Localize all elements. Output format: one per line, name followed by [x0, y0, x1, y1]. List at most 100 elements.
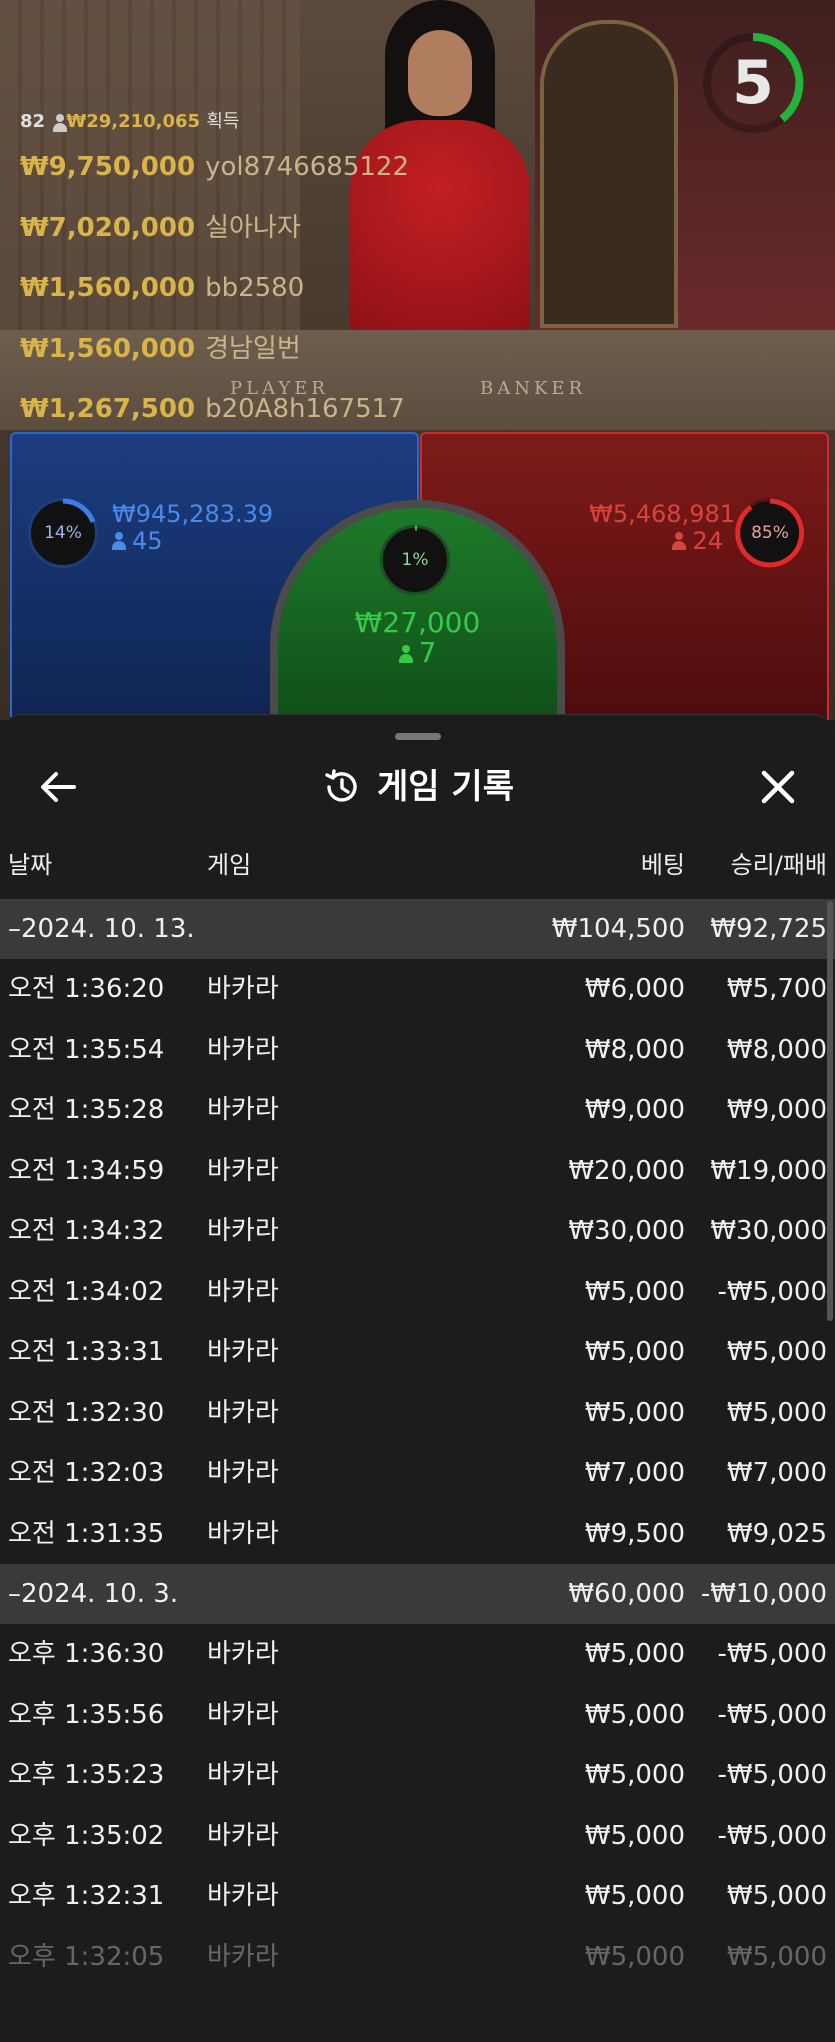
row-result: ₩9,025 [726, 1518, 827, 1549]
row-time: 오후 1:35:02 [8, 1820, 165, 1851]
row-bet: ₩5,000 [584, 1820, 685, 1851]
row-result: -₩5,000 [717, 1820, 827, 1851]
banker-percent-ring: 85% [735, 498, 805, 568]
row-result: ₩5,000 [726, 1397, 827, 1428]
date-group-row[interactable]: –2024. 10. 13. ₩104,500 ₩92,725 [0, 899, 835, 959]
tie-bettor-count: 7 [270, 636, 565, 669]
row-game: 바카라 [207, 1941, 279, 1972]
user-icon [398, 645, 413, 663]
group-result-total: ₩92,725 [710, 914, 827, 944]
history-row[interactable]: 오전 1:34:02 바카라 ₩5,000 -₩5,000 [0, 1262, 835, 1323]
player-percent: 14% [44, 523, 82, 543]
countdown-value: 5 [732, 48, 774, 118]
history-row[interactable]: 오전 1:34:59 바카라 ₩20,000 ₩19,000 [0, 1141, 835, 1202]
banker-bettor-count: 24 [672, 527, 723, 555]
row-game: 바카라 [207, 1397, 279, 1428]
row-bet: ₩5,000 [584, 1397, 685, 1428]
winner-name: 경남일번 [205, 333, 301, 364]
column-header-result: 승리/패배 [730, 851, 827, 879]
history-row[interactable]: 오전 1:33:31 바카라 ₩5,000 ₩5,000 [0, 1322, 835, 1383]
history-row[interactable]: 오후 1:36:30 바카라 ₩5,000 -₩5,000 [0, 1624, 835, 1685]
group-date: –2024. 10. 13. [8, 914, 195, 944]
winner-name: 실아나자 [205, 212, 301, 243]
row-time: 오전 1:32:30 [8, 1397, 165, 1428]
row-game: 바카라 [207, 1095, 279, 1125]
sheet-drag-handle[interactable] [395, 733, 441, 740]
row-result: ₩9,000 [726, 1095, 827, 1125]
player-bet-total: ₩945,283.39 [112, 500, 274, 528]
row-result: ₩5,000 [726, 1881, 827, 1911]
group-result-total: -₩10,000 [700, 1579, 827, 1609]
close-button[interactable] [750, 759, 806, 815]
history-row[interactable]: 오전 1:32:30 바카라 ₩5,000 ₩5,000 [0, 1383, 835, 1444]
row-result: -₩5,000 [717, 1276, 827, 1307]
history-row[interactable]: 오전 1:35:54 바카라 ₩8,000 ₩8,000 [0, 1020, 835, 1081]
history-row[interactable]: 오후 1:35:23 바카라 ₩5,000 -₩5,000 [0, 1745, 835, 1806]
row-game: 바카라 [207, 1881, 279, 1911]
row-bet: ₩5,000 [584, 1699, 685, 1730]
winner-row: ₩1,560,000 경남일번 [20, 319, 409, 380]
history-row[interactable]: 오후 1:35:02 바카라 ₩5,000 -₩5,000 [0, 1806, 835, 1867]
row-time: 오후 1:36:30 [8, 1639, 165, 1669]
row-game: 바카라 [207, 974, 279, 1004]
row-bet: ₩8,000 [584, 1034, 685, 1065]
history-list: –2024. 10. 13. ₩104,500 ₩92,725 오전 1:36:20 바… [0, 899, 835, 1987]
history-row[interactable]: 오후 1:32:31 바카라 ₩5,000 ₩5,000 [0, 1866, 835, 1927]
winner-count: 82 [20, 111, 46, 132]
winner-name: yol8746685122 [205, 152, 410, 182]
row-game: 바카라 [207, 1276, 279, 1307]
game-history-sheet: 게임 기록 날짜 게임 베팅 승리/패배 –2024. 10. 13. ₩104,… [0, 714, 835, 2042]
row-time: 오전 1:35:28 [8, 1095, 165, 1125]
group-bet-total: ₩104,500 [551, 914, 685, 944]
row-bet: ₩5,000 [584, 1941, 685, 1972]
history-row[interactable]: 오전 1:35:28 바카라 ₩9,000 ₩9,000 [0, 1080, 835, 1141]
date-group-row[interactable]: –2024. 10. 3. ₩60,000 -₩10,000 [0, 1564, 835, 1624]
row-game: 바카라 [207, 1699, 279, 1730]
row-bet: ₩9,500 [584, 1518, 685, 1549]
user-icon [53, 114, 68, 132]
row-bet: ₩5,000 [584, 1276, 685, 1307]
row-time: 오후 1:32:05 [8, 1941, 165, 1972]
scrollbar[interactable] [827, 901, 833, 1321]
winners-total: ₩29,210,065 [66, 111, 201, 132]
row-game: 바카라 [207, 1518, 279, 1549]
player-bettor-count: 45 [112, 527, 163, 555]
row-bet: ₩5,000 [584, 1337, 685, 1367]
column-header-date: 날짜 [8, 851, 53, 879]
history-row[interactable]: 오후 1:35:56 바카라 ₩5,000 -₩5,000 [0, 1685, 835, 1746]
banker-felt-label: BANKER [480, 378, 587, 399]
row-game: 바카라 [207, 1760, 279, 1790]
group-bet-total: ₩60,000 [568, 1579, 685, 1609]
row-bet: ₩5,000 [584, 1639, 685, 1669]
row-time: 오전 1:33:31 [8, 1337, 165, 1367]
row-time: 오전 1:35:54 [8, 1034, 165, 1065]
winners-header: 82 ₩29,210,065 획득 [20, 106, 409, 137]
history-row[interactable]: 오전 1:31:35 바카라 ₩9,500 ₩9,025 [0, 1504, 835, 1565]
row-game: 바카라 [207, 1639, 279, 1669]
row-time: 오전 1:34:59 [8, 1155, 165, 1186]
row-result: ₩7,000 [726, 1458, 827, 1488]
row-result: -₩5,000 [717, 1699, 827, 1730]
row-time: 오전 1:32:03 [8, 1458, 165, 1488]
row-bet: ₩20,000 [568, 1155, 685, 1186]
history-row[interactable]: 오후 1:32:05 바카라 ₩5,000 ₩5,000 [0, 1927, 835, 1988]
player-percent-ring: 14% [28, 498, 98, 568]
sheet-header: 게임 기록 [0, 759, 835, 815]
group-date: –2024. 10. 3. [8, 1579, 179, 1609]
winner-row: ₩1,560,000 bb2580 [20, 258, 409, 319]
row-time: 오후 1:35:23 [8, 1760, 165, 1790]
winner-amount: ₩1,560,000 [20, 333, 196, 364]
winner-amount: ₩7,020,000 [20, 212, 196, 243]
row-game: 바카라 [207, 1820, 279, 1851]
row-bet: ₩30,000 [568, 1216, 685, 1246]
row-bet: ₩9,000 [584, 1095, 685, 1125]
row-result: ₩5,700 [726, 974, 827, 1004]
tie-bet-total: ₩27,000 [354, 606, 481, 639]
history-row[interactable]: 오전 1:32:03 바카라 ₩7,000 ₩7,000 [0, 1443, 835, 1504]
close-icon [761, 770, 795, 804]
row-bet: ₩7,000 [584, 1458, 685, 1488]
sheet-title: 게임 기록 [377, 767, 514, 807]
winner-name: b20A8h167517 [205, 394, 405, 424]
history-row[interactable]: 오전 1:36:20 바카라 ₩6,000 ₩5,700 [0, 959, 835, 1020]
history-row[interactable]: 오전 1:34:32 바카라 ₩30,000 ₩30,000 [0, 1201, 835, 1262]
